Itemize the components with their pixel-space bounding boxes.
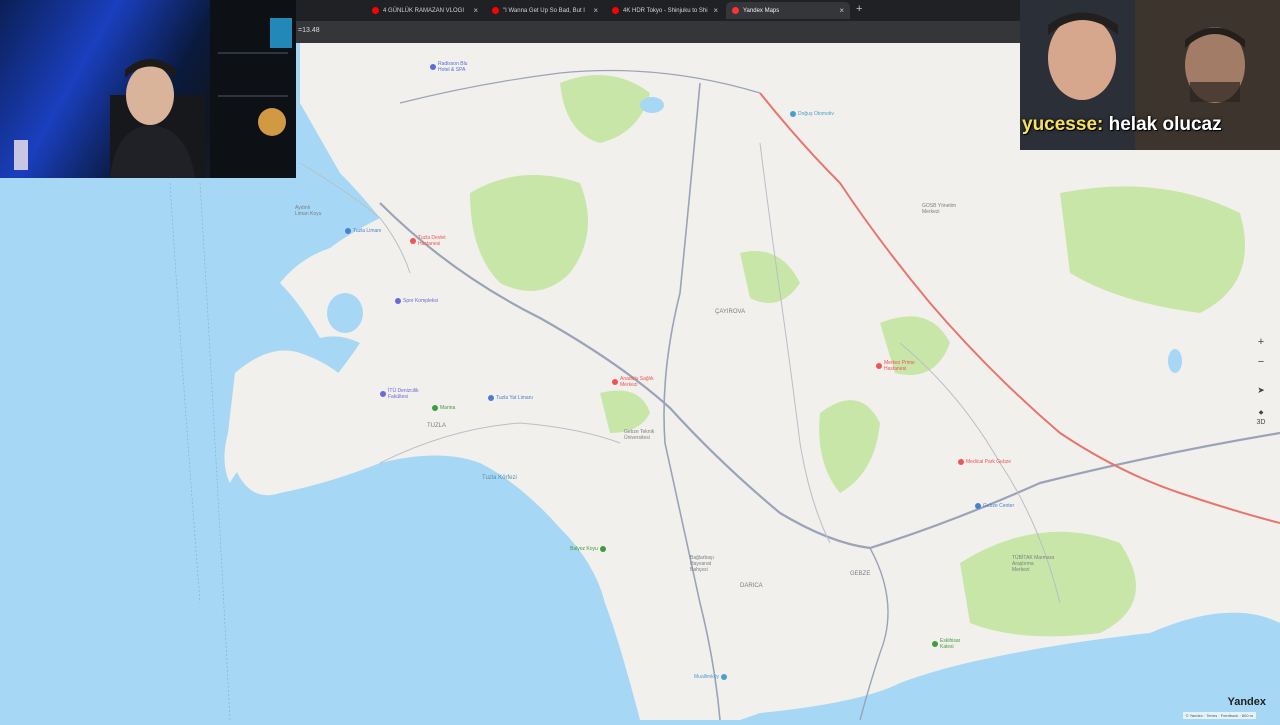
chat-username: yucesse: [1022, 114, 1104, 135]
poi-medical-park[interactable]: Medical Park Gebze [958, 459, 1011, 465]
hotel-icon [430, 64, 436, 70]
close-icon[interactable]: × [839, 6, 844, 15]
poi-radisson[interactable]: Radisson Blu Hotel & SPA [430, 61, 467, 73]
poi-dogus[interactable]: Doğuş Otomotiv [790, 111, 834, 117]
address-text: =13.48 [298, 27, 320, 34]
yandex-maps-icon [732, 7, 739, 14]
zoom-out-button[interactable]: − [1252, 353, 1270, 371]
browser-tab-bar: 4 GÜNLÜK RAMAZAN VLOGI × "I Wanna Get Up… [296, 0, 1020, 21]
poi-merkez-prime[interactable]: Merkez Prime Hastanesi [876, 360, 915, 372]
poi-gebze-center[interactable]: Gebze Center [975, 503, 1014, 509]
close-icon[interactable]: × [473, 6, 478, 15]
shopping-icon [975, 503, 981, 509]
youtube-icon [612, 7, 619, 14]
youtube-icon [492, 7, 499, 14]
poi-eskihisar[interactable]: Eskihisar Kalesi [932, 638, 960, 650]
youtube-icon [372, 7, 379, 14]
poi-label: Medical Park Gebze [966, 459, 1012, 465]
browser-tab-2[interactable]: "I Wanna Get Up So Bad, But I × [486, 2, 604, 19]
locate-icon[interactable]: ➤ [1252, 381, 1270, 399]
poi-tuzla-limani[interactable]: Tuzla Limanı [345, 228, 381, 234]
poi-spor[interactable]: Spor Kompleksi [395, 298, 438, 304]
tab-title: 4K HDR Tokyo - Shinjuku to Shi [623, 7, 708, 14]
chat-text: helak olucaz [1103, 114, 1222, 135]
tab-title: Yandex Maps [743, 7, 780, 14]
poi-label: Gebze Center [983, 503, 1015, 509]
beach-icon [599, 546, 606, 552]
poi-label: Eskihisar Kalesi [940, 638, 961, 650]
label-tuzla-korfezi: Tuzla Körfezi [482, 475, 517, 481]
marina-icon [432, 405, 438, 411]
university-icon [380, 391, 386, 397]
hospital-icon [958, 459, 964, 465]
castle-icon [932, 641, 938, 647]
hospital-icon [876, 363, 882, 369]
poi-label: Doğuş Otomotiv [798, 111, 834, 117]
poi-yat-limani[interactable]: Tuzla Yat Limanı [488, 395, 533, 401]
port-icon [345, 228, 351, 234]
place-icon [721, 674, 728, 680]
browser-tab-1[interactable]: 4 GÜNLÜK RAMAZAN VLOGI × [366, 2, 484, 19]
tab-title: 4 GÜNLÜK RAMAZAN VLOGI [383, 7, 465, 14]
poi-label: Spor Kompleksi [403, 298, 439, 304]
poi-label: Tuzla Yat Limanı [496, 395, 533, 401]
port-icon [488, 395, 494, 401]
poi-label: Merkez Prime Hastanesi [884, 360, 915, 372]
label-cayirova: ÇAYIROVA [715, 309, 746, 315]
poi-itu[interactable]: İTÜ Denizcilik Fakültesi [380, 388, 419, 400]
chat-message-overlay: yucesse: helak olucaz [1022, 114, 1222, 136]
new-tab-button[interactable]: + [856, 3, 862, 15]
lake-2 [327, 293, 363, 333]
sport-icon [395, 298, 401, 304]
map-attribution[interactable]: © Yandex · Terms · Feedback · 800 m [1182, 712, 1256, 719]
browser-tab-yandex-maps[interactable]: Yandex Maps × [726, 2, 850, 19]
webcam-streamer [0, 0, 296, 178]
close-icon[interactable]: × [593, 6, 598, 15]
3d-toggle-button[interactable]: 3D [1252, 413, 1270, 431]
road-sea [169, 182, 201, 604]
poi-label: Tuzla Limanı [353, 228, 382, 234]
label-darica: DARICA [740, 583, 763, 589]
close-icon[interactable]: × [713, 6, 718, 15]
poi-label: Tuzla Devlet Hastanesi [418, 235, 446, 247]
lake-1 [640, 97, 664, 113]
poi-label: Balyoz Koyu [570, 546, 598, 552]
poi-marina[interactable]: Marina [432, 405, 455, 411]
poi-label: İTÜ Denizcilik Fakültesi [388, 388, 419, 400]
yandex-logo: Yandex [1227, 696, 1266, 708]
address-bar[interactable]: =13.48 [296, 21, 1020, 43]
poi-label: Radisson Blu Hotel & SPA [438, 61, 468, 73]
hospital-icon [612, 379, 618, 385]
poi-label: Marina [440, 405, 456, 411]
tab-title: "I Wanna Get Up So Bad, But I [503, 7, 585, 14]
poi-balyoz[interactable]: Balyoz Koyu [570, 546, 606, 552]
poi-label: Muallimköy [694, 674, 720, 680]
hospital-icon [410, 238, 416, 244]
label-bahce: Bağlarbaşı Hayvanat Bahçesi [690, 555, 714, 573]
label-aydinli: Aydınlı Liman Koyu [295, 205, 322, 217]
webcam-scene [14, 0, 296, 178]
label-gosb: GOSB Yönetim Merkezi [922, 203, 957, 215]
lake-3 [1168, 349, 1182, 373]
browser-tab-3[interactable]: 4K HDR Tokyo - Shinjuku to Shi × [606, 2, 724, 19]
poi-tuzla-devlet[interactable]: Tuzla Devlet Hastanesi [410, 235, 446, 247]
poi-muallimkoy[interactable]: Muallimköy [694, 674, 728, 680]
poi-label: Anadolu Sağlık Merkezi [620, 376, 654, 388]
label-tubitak: TÜBİTAK Marmara Araştırma Merkezi [1012, 555, 1055, 573]
label-tuzla: TUZLA [427, 423, 447, 429]
poi-anadolu-saglik[interactable]: Anadolu Sağlık Merkezi [612, 376, 654, 388]
label-gebze-teknik: Gebze Teknik Üniversitesi [624, 429, 655, 441]
car-icon [790, 111, 796, 117]
zoom-in-button[interactable]: + [1252, 333, 1270, 351]
label-gebze: GEBZE [850, 571, 871, 577]
